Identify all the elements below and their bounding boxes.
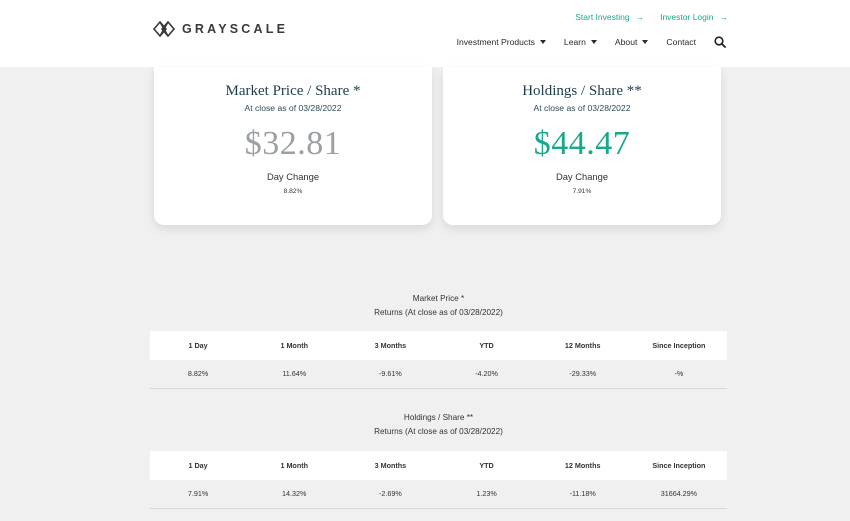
column-header: 3 Months (342, 331, 439, 360)
table-row: 7.91% 14.32% -2.69% 1.23% -11.18% 31664.… (150, 480, 727, 509)
market-price-date: At close as of 03/28/2022 (244, 103, 342, 113)
holdings-returns-title: Holdings / Share ** (403, 413, 474, 422)
holdings-day-change-label: Day Change (555, 171, 609, 182)
holdings-returns-table: 1 Day 1 Month 3 Months YTD 12 Months Sin… (150, 451, 727, 509)
search-icon[interactable] (714, 36, 726, 48)
holdings-returns-subtitle: Returns (At close as of 03/28/2022) (374, 427, 503, 436)
logo-text: GRAYSCALE (182, 22, 289, 36)
nav-learn[interactable]: Learn (564, 37, 597, 47)
holdings-date: At close as of 03/28/2022 (533, 103, 631, 113)
investor-login-label: Investor Login (660, 12, 714, 22)
column-header: 1 Day (150, 331, 247, 360)
nav-label: Learn (563, 37, 586, 47)
caret-down-icon (642, 40, 649, 44)
caret-down-icon (590, 40, 597, 44)
table-cell: -2.69% (342, 480, 439, 509)
market-day-change-value: 8.82% (283, 188, 303, 195)
table-cell: 7.91% (150, 480, 247, 509)
market-price-card: Market Price / Share * At close as of 03… (154, 67, 432, 225)
market-returns-subtitle: Returns (At close as of 03/28/2022) (374, 308, 503, 317)
nav-label: About (614, 37, 638, 47)
arrow-right-icon: → (719, 12, 729, 22)
investor-login-link[interactable]: Investor Login → (660, 12, 728, 22)
column-header: Since Inception (630, 331, 727, 360)
nav-investment-products[interactable]: Investment Products (457, 37, 546, 47)
table-cell: 8.82% (150, 360, 247, 389)
table-cell: 1.23% (438, 480, 535, 509)
table-header-row: 1 Day 1 Month 3 Months YTD 12 Months Sin… (150, 331, 727, 360)
start-investing-label: Start Investing (575, 12, 630, 22)
holdings-title: Holdings / Share ** (522, 83, 642, 99)
main-nav: Investment Products Learn About Contact (457, 36, 726, 48)
table-cell: -% (630, 360, 727, 389)
table-cell: -29.33% (534, 360, 631, 389)
holdings-card: Holdings / Share ** At close as of 03/28… (443, 67, 721, 225)
holdings-value: $44.47 (533, 125, 631, 162)
column-header: 12 Months (534, 331, 631, 360)
nav-contact[interactable]: Contact (666, 37, 696, 47)
table-header-row: 1 Day 1 Month 3 Months YTD 12 Months Sin… (150, 451, 727, 480)
column-header: Since Inception (630, 451, 727, 480)
column-header: YTD (438, 331, 535, 360)
column-header: 1 Month (246, 331, 343, 360)
column-header: 1 Day (150, 451, 247, 480)
market-price-title: Market Price / Share * (225, 83, 361, 99)
table-cell: -9.61% (342, 360, 439, 389)
site-header: GRAYSCALE Start Investing → Investor Log… (0, 0, 850, 67)
market-day-change-label: Day Change (266, 171, 320, 182)
nav-label: Investment Products (456, 37, 535, 47)
grayscale-logo[interactable]: GRAYSCALE (152, 19, 288, 39)
table-cell: 14.32% (246, 480, 343, 509)
nav-label: Contact (666, 37, 696, 47)
logo-mark-icon (152, 20, 176, 38)
column-header: YTD (438, 451, 535, 480)
market-price-value: $32.81 (244, 125, 342, 162)
column-header: 1 Month (246, 451, 343, 480)
start-investing-link[interactable]: Start Investing → (575, 12, 644, 22)
table-row: 8.82% 11.64% -9.61% -4.20% -29.33% -% (150, 360, 727, 389)
caret-down-icon (539, 40, 546, 44)
arrow-right-icon: → (635, 12, 645, 22)
holdings-day-change-value: 7.91% (572, 188, 592, 195)
column-header: 12 Months (534, 451, 631, 480)
nav-about[interactable]: About (614, 37, 649, 47)
table-cell: -4.20% (438, 360, 535, 389)
market-returns-heading: Market Price * Returns (At close as of 0… (150, 292, 727, 320)
top-links: Start Investing → Investor Login → (575, 12, 728, 22)
table-cell: -11.18% (534, 480, 631, 509)
column-header: 3 Months (342, 451, 439, 480)
table-cell: 31664.29% (630, 480, 727, 509)
holdings-returns-heading: Holdings / Share ** Returns (At close as… (150, 411, 727, 439)
table-cell: 11.64% (246, 360, 343, 389)
market-returns-table: 1 Day 1 Month 3 Months YTD 12 Months Sin… (150, 331, 727, 389)
market-returns-title: Market Price * (412, 294, 465, 303)
